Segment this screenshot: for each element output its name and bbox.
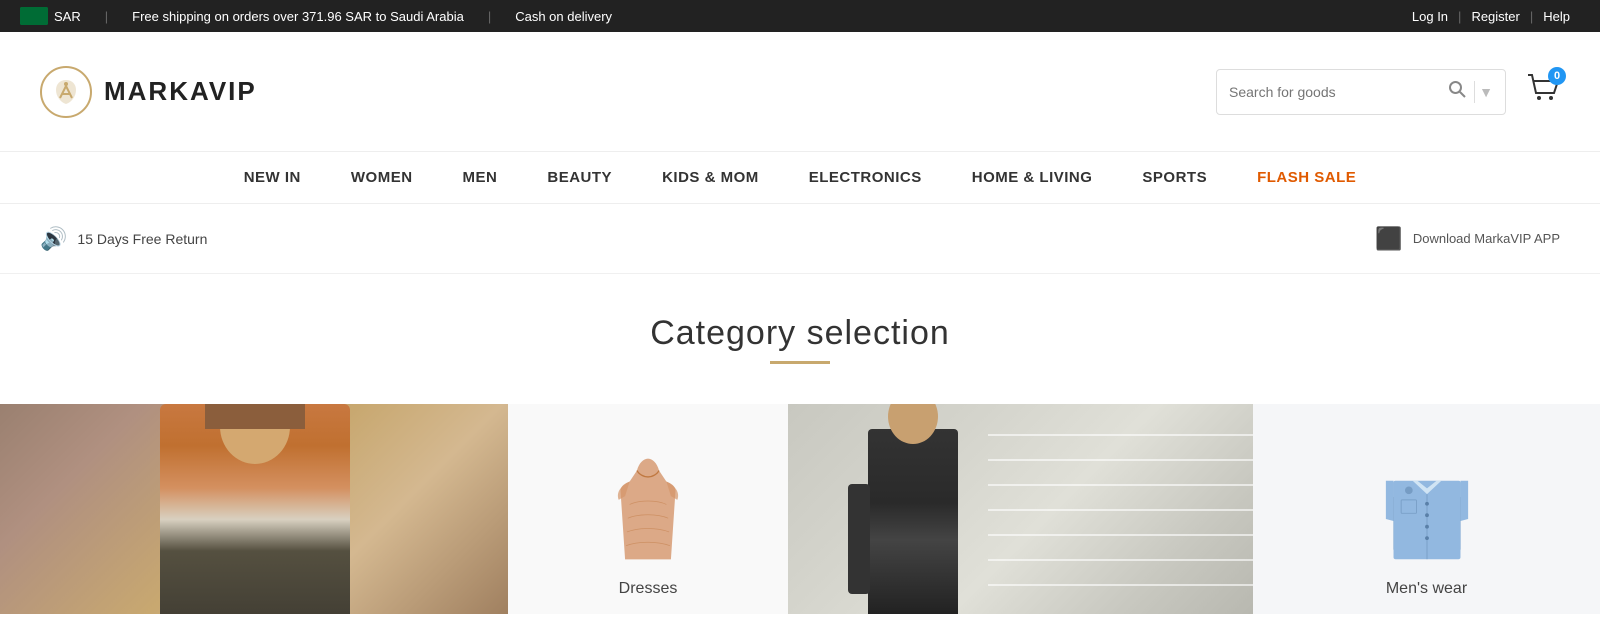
return-text: 15 Days Free Return — [77, 231, 207, 247]
nav-item-sports[interactable]: SPORTS — [1142, 169, 1207, 186]
register-link[interactable]: Register — [1461, 9, 1529, 24]
return-policy: 🔊 15 Days Free Return — [40, 226, 207, 252]
nav-item-electronics[interactable]: ELECTRONICS — [809, 169, 922, 186]
search-box[interactable]: ▼ — [1216, 69, 1506, 115]
cod-text: Cash on delivery — [515, 9, 612, 24]
flag-icon: SA — [20, 7, 48, 25]
tablet-icon: ⬛ — [1375, 226, 1402, 252]
category-card-mens-wear[interactable]: Men's wear — [1253, 404, 1600, 614]
download-app[interactable]: ⬛ Download MarkaVIP APP — [1375, 226, 1560, 252]
nav-item-flash-sale[interactable]: FLASH SALE — [1257, 169, 1356, 186]
separator-2: | — [488, 9, 491, 24]
dress-image — [608, 454, 688, 564]
header: MARKAVIP ▼ 0 — [0, 32, 1600, 152]
category-grid: Dresses — [0, 404, 1600, 614]
login-link[interactable]: Log In — [1402, 9, 1458, 24]
download-text: Download MarkaVIP APP — [1413, 231, 1560, 246]
logo-icon — [40, 66, 92, 118]
category-card-women[interactable] — [0, 404, 508, 614]
shipping-text: Free shipping on orders over 371.96 SAR … — [132, 9, 464, 24]
info-bar: 🔊 15 Days Free Return ⬛ Download MarkaVI… — [0, 204, 1600, 274]
logo[interactable]: MARKAVIP — [40, 66, 257, 118]
speaker-icon: 🔊 — [40, 226, 67, 252]
search-button[interactable] — [1444, 80, 1470, 103]
cart-badge: 0 — [1548, 67, 1566, 85]
cart-button[interactable]: 0 — [1526, 71, 1560, 113]
currency-label: SAR — [54, 9, 81, 24]
top-bar-left: SA SAR | Free shipping on orders over 37… — [20, 7, 612, 25]
search-divider — [1474, 81, 1475, 103]
search-input[interactable] — [1229, 84, 1444, 100]
category-card-men[interactable] — [788, 404, 1253, 614]
mens-wear-label: Men's wear — [1386, 580, 1467, 598]
header-right: ▼ 0 — [1216, 69, 1560, 115]
nav-item-women[interactable]: WOMEN — [351, 169, 413, 186]
logo-text: MARKAVIP — [104, 76, 257, 107]
nav-item-new-in[interactable]: NEW IN — [244, 169, 301, 186]
dresses-label: Dresses — [619, 580, 678, 598]
nav-item-home-living[interactable]: HOME & LIVING — [972, 169, 1093, 186]
currency-selector[interactable]: SA SAR — [20, 7, 81, 25]
category-section: Category selection — [0, 274, 1600, 614]
top-bar-right: Log In | Register | Help — [1402, 9, 1580, 24]
top-bar: SA SAR | Free shipping on orders over 37… — [0, 0, 1600, 32]
category-title: Category selection — [0, 314, 1600, 353]
nav-item-kids-mom[interactable]: KIDS & MOM — [662, 169, 759, 186]
navigation: NEW IN WOMEN MEN BEAUTY KIDS & MOM ELECT… — [0, 152, 1600, 204]
svg-text:SA: SA — [28, 13, 39, 22]
category-underline — [770, 361, 830, 364]
mens-wear-image — [1382, 454, 1472, 564]
help-link[interactable]: Help — [1533, 9, 1580, 24]
category-card-dresses[interactable]: Dresses — [508, 404, 788, 614]
separator-1: | — [105, 9, 108, 24]
nav-item-men[interactable]: MEN — [463, 169, 498, 186]
search-extra-icon: ▼ — [1479, 84, 1493, 100]
nav-item-beauty[interactable]: BEAUTY — [547, 169, 612, 186]
